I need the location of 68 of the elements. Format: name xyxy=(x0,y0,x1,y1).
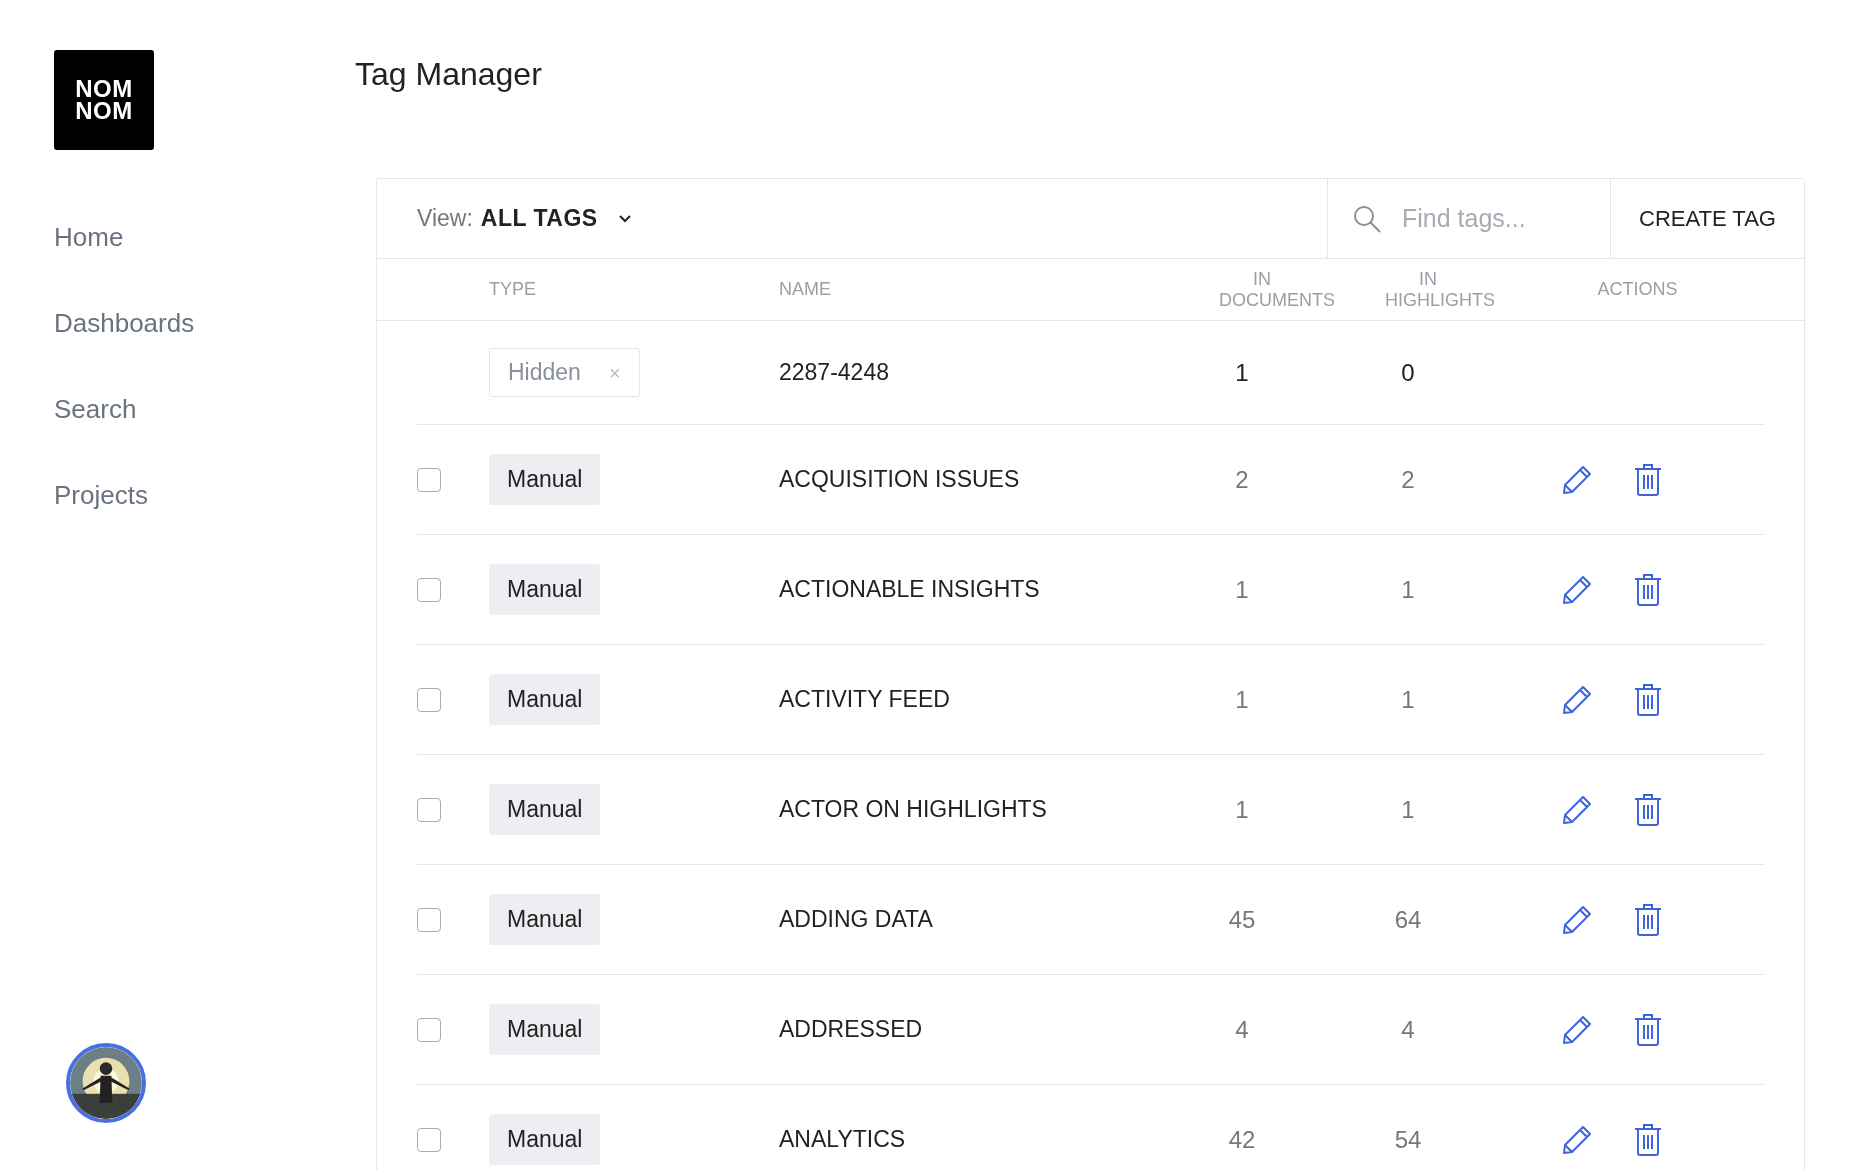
tag-name: ANALYTICS xyxy=(779,1125,907,1155)
tag-name: ACQUISITION ISSUES xyxy=(779,465,1021,495)
type-tag: Manual xyxy=(489,674,601,725)
checkbox[interactable] xyxy=(417,1127,441,1152)
column-header: IN HIGHLIGHTS xyxy=(1384,268,1496,311)
count-cell-text: 4 xyxy=(1234,1014,1250,1045)
type-tag: Manual xyxy=(489,564,601,615)
column-header: IN DOCUMENTS xyxy=(1218,268,1336,311)
view-dropdown[interactable]: View: ALL TAGS xyxy=(377,179,1327,258)
trash-icon[interactable] xyxy=(1633,792,1663,827)
nav-link[interactable]: Search xyxy=(54,392,137,426)
checkbox[interactable] xyxy=(417,577,441,602)
column-header: NAME xyxy=(779,279,832,300)
count-cell-text: 1 xyxy=(1400,794,1416,825)
count-cell-text: 54 xyxy=(1393,1124,1423,1155)
count-cell-text: 2 xyxy=(1234,464,1250,495)
count-cell-text: 2 xyxy=(1400,464,1416,495)
tag-name: ADDING DATA xyxy=(779,905,934,935)
logo: NOM NOM xyxy=(54,50,154,150)
create-tag-button[interactable]: CREATE TAG xyxy=(1610,179,1804,258)
tag-name: 2287-4248 xyxy=(779,358,890,388)
count-cell-text: 1 xyxy=(1400,684,1416,715)
count-cell-text: 4 xyxy=(1400,1014,1416,1045)
count-cell-text: 1 xyxy=(1400,574,1416,605)
tag-name: ACTIONABLE INSIGHTS xyxy=(779,575,1041,605)
tag-name: ACTIVITY FEED xyxy=(779,685,951,715)
checkbox[interactable] xyxy=(417,797,441,822)
column-header: ACTIONS xyxy=(1596,279,1679,300)
type-tag: Manual xyxy=(489,784,601,835)
trash-icon[interactable] xyxy=(1633,462,1663,497)
type-tag: Manual xyxy=(489,1004,601,1055)
count-cell-text: 1 xyxy=(1234,574,1250,605)
caret-icon xyxy=(617,213,632,224)
column-header: TYPE xyxy=(489,279,537,300)
search-icon xyxy=(1352,203,1382,234)
count-cell-text: 1 xyxy=(1234,357,1250,388)
trash-icon[interactable] xyxy=(1633,902,1663,937)
pencil-icon[interactable] xyxy=(1561,1013,1593,1046)
checkbox[interactable] xyxy=(417,907,441,932)
count-cell-text: 45 xyxy=(1227,904,1257,935)
page-title: Tag Manager xyxy=(355,55,543,94)
count-cell-text: 1 xyxy=(1234,684,1250,715)
nav-link[interactable]: Home xyxy=(54,220,124,254)
checkbox[interactable] xyxy=(417,467,441,492)
count-cell-text: 1 xyxy=(1234,794,1250,825)
pencil-icon[interactable] xyxy=(1561,573,1593,606)
count-cell-text: 0 xyxy=(1400,357,1416,388)
type-tag[interactable]: Hidden × xyxy=(489,348,640,397)
type-tag: Manual xyxy=(489,894,601,945)
pencil-icon[interactable] xyxy=(1561,463,1593,496)
pencil-icon[interactable] xyxy=(1561,793,1593,826)
type-tag: Manual xyxy=(489,454,601,505)
pencil-icon[interactable] xyxy=(1561,683,1593,716)
trash-icon[interactable] xyxy=(1633,682,1663,717)
checkbox[interactable] xyxy=(417,687,441,712)
trash-icon[interactable] xyxy=(1633,572,1663,607)
pencil-icon[interactable] xyxy=(1561,1123,1593,1156)
pencil-icon[interactable] xyxy=(1561,903,1593,936)
trash-icon[interactable] xyxy=(1633,1012,1663,1047)
nav-link[interactable]: Dashboards xyxy=(54,306,195,340)
type-tag: Manual xyxy=(489,1114,601,1165)
tag-name: ACTOR ON HIGHLIGHTS xyxy=(779,795,1048,825)
nav-link[interactable]: Projects xyxy=(54,478,148,512)
checkbox[interactable] xyxy=(417,1017,441,1042)
count-cell-text: 64 xyxy=(1393,904,1423,935)
count-cell-text: 42 xyxy=(1227,1124,1257,1155)
trash-icon[interactable] xyxy=(1633,1122,1663,1157)
tag-name: ADDRESSED xyxy=(779,1015,924,1045)
